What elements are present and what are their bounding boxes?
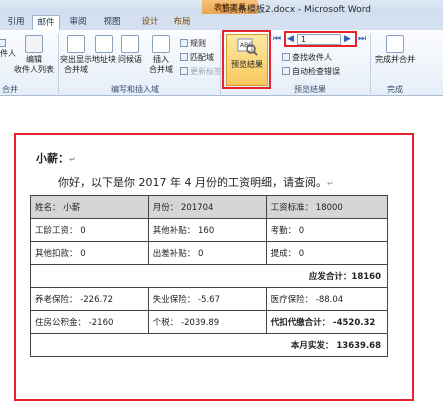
edit-list-icon (25, 35, 43, 53)
auto-check-icon (282, 67, 290, 75)
rules-button[interactable]: 规则 (180, 38, 206, 50)
group-label-finish: 完成 (387, 85, 403, 94)
travel-allowance-cell: 出差补贴： 0 (147, 241, 267, 265)
group-label-merge: 合并 (2, 85, 18, 94)
update-labels-button[interactable]: 更新标签 (180, 66, 222, 78)
intro-line: 你好，以下是你 2017 年 4 月份的工资明细，请查阅。↵ (58, 176, 334, 189)
table-row: 住房公积金： -2160 个税： -2039.89 代扣代缴合计： -4520.… (30, 310, 389, 334)
tab-layout[interactable]: 布局 (168, 15, 196, 30)
highlight-fields-icon (67, 35, 85, 53)
tab-view[interactable]: 视图 (98, 15, 126, 30)
highlight-frame-preview (222, 30, 271, 89)
edit-recipient-list-button[interactable]: 编辑 收件人列表 (14, 34, 54, 80)
group-separator (58, 34, 59, 94)
finish-merge-icon (386, 35, 404, 53)
rules-icon (180, 39, 188, 47)
table-row: 其他扣款： 0 出差补贴： 0 提成： 0 (30, 241, 389, 265)
address-block-button[interactable]: 地址块 (92, 34, 116, 80)
tab-design[interactable]: 设计 (136, 15, 164, 30)
first-record-icon[interactable]: ⏮ (273, 33, 281, 45)
group-separator (370, 34, 371, 94)
other-deduction-cell: 其他扣款： 0 (30, 241, 149, 265)
highlight-merge-fields-button[interactable]: 突出显示 合并域 (60, 34, 92, 80)
greeting-line-button[interactable]: 问候语 (116, 34, 144, 80)
document-margin-area (0, 96, 443, 130)
highlight-frame-record-nav (284, 31, 357, 47)
payslip-table: 姓名： 小薪 月份： 201704 工资标准： 18000 工龄工资： 0 其他… (30, 195, 389, 357)
tab-mailings[interactable]: 邮件 (32, 15, 60, 30)
insert-field-icon (152, 35, 170, 53)
table-row: 养老保险： -226.72 失业保险： -5.67 医疗保险： -88.04 (30, 287, 389, 311)
attendance-cell: 考勤： 0 (265, 218, 389, 242)
salutation: 小薪：↵ (36, 152, 76, 165)
seniority-pay-cell: 工龄工资： 0 (30, 218, 149, 242)
tab-review[interactable]: 审阅 (64, 15, 92, 30)
group-separator (220, 34, 221, 94)
update-labels-icon (180, 67, 188, 75)
insert-merge-field-button[interactable]: 插入 合并域 (146, 34, 176, 80)
recipients-icon (0, 39, 6, 47)
last-record-icon[interactable]: ⏭ (358, 33, 366, 45)
ribbon-tabs: 引用 邮件 审阅 视图 设计 布局 (0, 14, 443, 30)
name-cell: 姓名： 小薪 (30, 195, 149, 219)
other-allowance-cell: 其他补贴： 160 (147, 218, 267, 242)
table-row: 工龄工资： 0 其他补贴： 160 考勤： 0 (30, 218, 389, 242)
find-recipient-icon (282, 53, 290, 61)
salary-standard-cell: 工资标准： 18000 (265, 195, 389, 219)
group-label-write-insert: 编写和插入域 (111, 85, 159, 94)
table-row: 姓名： 小薪 月份： 201704 工资标准： 18000 (30, 195, 389, 219)
gross-total-cell: 应发合计：18160 (30, 264, 388, 288)
table-row: 应发合计：18160 (30, 264, 388, 288)
withholding-total-cell: 代扣代缴合计： -4520.32 (265, 310, 389, 334)
net-pay-cell: 本月实发： 13639.68 (30, 333, 388, 357)
housing-fund-cell: 住房公积金： -2160 (30, 310, 149, 334)
auto-check-errors-button[interactable]: 自动检查错误 (282, 66, 340, 78)
finish-merge-button[interactable]: 完成并合并 (372, 34, 418, 80)
month-cell: 月份： 201704 (147, 195, 267, 219)
income-tax-cell: 个税： -2039.89 (147, 310, 267, 334)
match-fields-button[interactable]: 匹配域 (180, 52, 214, 64)
find-recipient-button[interactable]: 查找收件人 (282, 52, 332, 64)
greeting-line-icon (121, 35, 139, 53)
tab-references[interactable]: 引用 (4, 15, 28, 30)
pension-cell: 养老保险： -226.72 (30, 287, 149, 311)
commission-cell: 提成： 0 (265, 241, 389, 265)
table-row: 本月实发： 13639.68 (30, 333, 388, 357)
medical-cell: 医疗保险： -88.04 (265, 287, 389, 311)
unemployment-cell: 失业保险： -5.67 (147, 287, 267, 311)
address-block-icon (95, 35, 113, 53)
match-fields-icon (180, 53, 188, 61)
group-label-preview: 预览结果 (294, 85, 326, 94)
